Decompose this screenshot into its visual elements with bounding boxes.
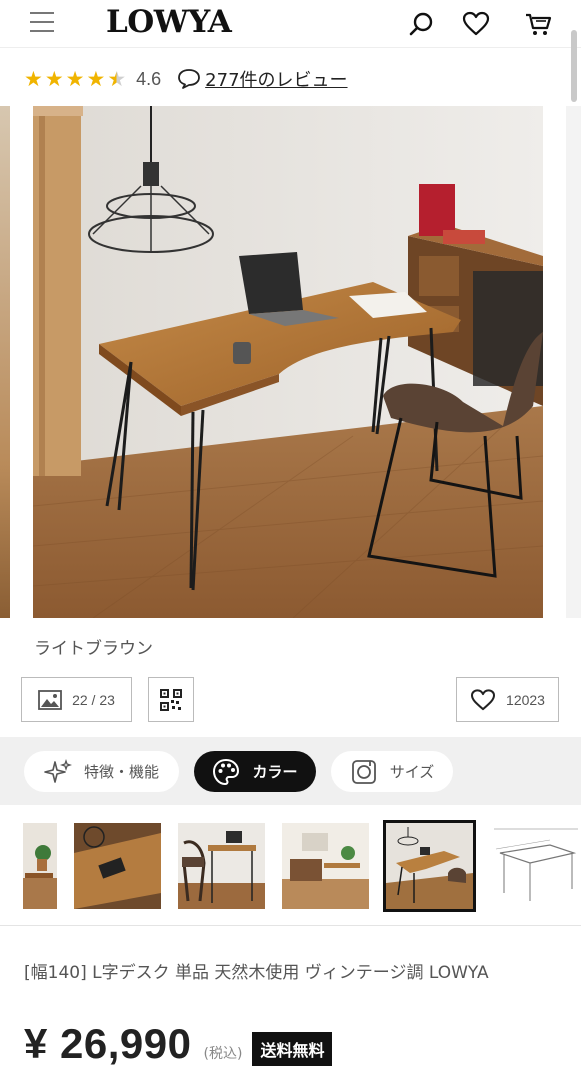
image-counter-label: 22 / 23 xyxy=(72,691,115,708)
reviews-link[interactable]: 277件のレビュー xyxy=(177,66,348,92)
tab-size-label: サイズ xyxy=(389,763,435,781)
gallery-tabs: 特徴・機能 カラー サイズ xyxy=(0,737,581,805)
image-icon xyxy=(38,689,62,710)
favorite-count: 12023 xyxy=(506,691,545,708)
section-divider xyxy=(0,925,581,926)
tab-color[interactable]: カラー xyxy=(194,751,316,792)
tax-label: (税込) xyxy=(203,1046,243,1062)
rating-value: 4.6 xyxy=(136,68,162,89)
cart-icon[interactable] xyxy=(524,10,552,38)
reviews-link-label: 277件のレビュー xyxy=(205,70,348,91)
main-product-image[interactable] xyxy=(33,106,543,618)
product-rating: ★ ★ ★ ★ ★ 4.6 277件のレビュー xyxy=(24,66,348,92)
next-image-peek[interactable] xyxy=(566,106,581,618)
qr-code-icon xyxy=(160,688,182,711)
thumbnail[interactable] xyxy=(23,823,57,909)
search-icon[interactable] xyxy=(408,10,436,38)
speech-bubble-icon xyxy=(178,69,201,89)
half-star-icon: ★ xyxy=(107,66,127,91)
site-header: LOWYA xyxy=(0,0,581,48)
thumbnail[interactable] xyxy=(282,823,369,909)
star-icon: ★ xyxy=(65,66,85,91)
site-logo[interactable]: LOWYA xyxy=(106,4,232,40)
selected-color-name: ライトブラウン xyxy=(34,639,153,659)
product-price: ¥ 26,990 xyxy=(24,1020,192,1067)
qr-code-button[interactable] xyxy=(148,677,194,722)
star-icon: ★ xyxy=(24,66,43,91)
product-title: [幅140] L字デスク 単品 天然木使用 ヴィンテージ調 LOWYA xyxy=(24,963,489,983)
menu-icon[interactable] xyxy=(30,12,54,34)
tab-color-label: カラー xyxy=(252,763,298,781)
palette-icon xyxy=(213,758,240,785)
thumbnail-selected[interactable] xyxy=(383,820,476,912)
thumbnail[interactable] xyxy=(178,823,265,909)
star-icon: ★ xyxy=(44,66,64,91)
favorite-button[interactable]: 12023 xyxy=(456,677,559,722)
sparkle-icon xyxy=(44,758,72,783)
rating-stars: ★ ★ ★ ★ ★ xyxy=(24,66,128,91)
thumbnail[interactable] xyxy=(490,823,581,909)
previous-image-peek[interactable] xyxy=(0,106,10,618)
tab-features-label: 特徴・機能 xyxy=(83,763,159,781)
heart-outline-icon xyxy=(471,688,496,710)
star-icon: ★ xyxy=(86,66,106,91)
tab-features[interactable]: 特徴・機能 xyxy=(24,751,179,792)
thumbnail[interactable] xyxy=(74,823,161,909)
thumbnail-strip xyxy=(0,820,581,912)
free-shipping-badge: 送料無料 xyxy=(252,1032,333,1066)
ruler-icon xyxy=(351,759,376,784)
image-counter-button[interactable]: 22 / 23 xyxy=(21,677,132,722)
page-scrollbar[interactable] xyxy=(571,30,577,102)
price-row: ¥ 26,990 (税込) 送料無料 xyxy=(24,1020,333,1070)
tab-size[interactable]: サイズ xyxy=(331,751,453,792)
heart-icon[interactable] xyxy=(462,10,490,38)
